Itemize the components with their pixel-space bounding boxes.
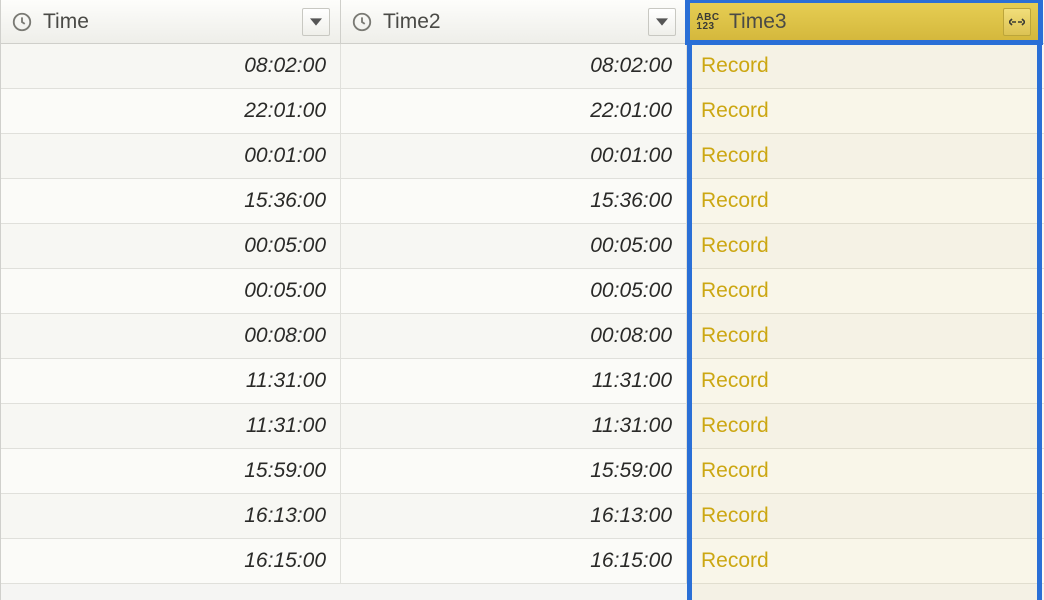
table-row[interactable]: 00:08:0000:08:00Record — [1, 314, 1044, 359]
cell-time[interactable]: 16:15:00 — [1, 539, 341, 583]
table-row[interactable]: 22:01:0022:01:00Record — [1, 89, 1044, 134]
column-header-label: Time3 — [729, 10, 993, 34]
cell-time2[interactable]: 16:13:00 — [341, 494, 687, 538]
cell-time3-record[interactable]: Record — [687, 314, 1041, 358]
cell-time[interactable]: 11:31:00 — [1, 404, 341, 448]
cell-time[interactable]: 00:01:00 — [1, 134, 341, 178]
cell-time3-record[interactable]: Record — [687, 44, 1041, 88]
column-header-label: Time2 — [383, 10, 638, 34]
column-filter-button[interactable] — [302, 8, 330, 36]
column-header-time[interactable]: Time — [1, 0, 341, 43]
cell-time3-record[interactable]: Record — [687, 179, 1041, 223]
cell-time2[interactable]: 22:01:00 — [341, 89, 687, 133]
cell-time[interactable]: 08:02:00 — [1, 44, 341, 88]
cell-time[interactable]: 00:05:00 — [1, 269, 341, 313]
table-row[interactable]: 16:13:0016:13:00Record — [1, 494, 1044, 539]
table-row[interactable]: 11:31:0011:31:00Record — [1, 359, 1044, 404]
cell-time3-record[interactable]: Record — [687, 134, 1041, 178]
cell-time[interactable]: 15:36:00 — [1, 179, 341, 223]
table-row[interactable]: 16:15:0016:15:00Record — [1, 539, 1044, 584]
column-header-time2[interactable]: Time2 — [341, 0, 687, 43]
cell-time3-record[interactable]: Record — [687, 224, 1041, 268]
cell-time3-record[interactable]: Record — [687, 359, 1041, 403]
cell-time[interactable]: 00:08:00 — [1, 314, 341, 358]
cell-time2[interactable]: 15:36:00 — [341, 179, 687, 223]
cell-time2[interactable]: 00:05:00 — [341, 269, 687, 313]
cell-time3-record[interactable]: Record — [687, 404, 1041, 448]
cell-time2[interactable]: 16:15:00 — [341, 539, 687, 583]
cell-time3-record[interactable]: Record — [687, 539, 1041, 583]
cell-time2[interactable]: 15:59:00 — [341, 449, 687, 493]
cell-time2[interactable]: 00:05:00 — [341, 224, 687, 268]
column-filter-button[interactable] — [648, 8, 676, 36]
cell-time[interactable]: 22:01:00 — [1, 89, 341, 133]
column-header-row: Time Time2 ABC123 Time3 — [1, 0, 1044, 44]
table-row[interactable]: 00:01:0000:01:00Record — [1, 134, 1044, 179]
cell-time2[interactable]: 11:31:00 — [341, 359, 687, 403]
table-row[interactable]: 08:02:0008:02:00Record — [1, 44, 1044, 89]
table-row[interactable]: 15:59:0015:59:00Record — [1, 449, 1044, 494]
table-row[interactable]: 15:36:0015:36:00Record — [1, 179, 1044, 224]
table-row[interactable]: 00:05:0000:05:00Record — [1, 269, 1044, 314]
cell-time2[interactable]: 00:01:00 — [341, 134, 687, 178]
any-type-icon: ABC123 — [697, 11, 719, 33]
data-grid: Time Time2 ABC123 Time3 — [0, 0, 1044, 600]
cell-time2[interactable]: 11:31:00 — [341, 404, 687, 448]
expand-record-button[interactable] — [1003, 8, 1031, 36]
cell-time[interactable]: 11:31:00 — [1, 359, 341, 403]
table-row[interactable]: 11:31:0011:31:00Record — [1, 404, 1044, 449]
cell-time[interactable]: 15:59:00 — [1, 449, 341, 493]
cell-time3-record[interactable]: Record — [687, 494, 1041, 538]
grid-body: 08:02:0008:02:00Record22:01:0022:01:00Re… — [1, 44, 1044, 584]
cell-time3-record[interactable]: Record — [687, 89, 1041, 133]
cell-time3-record[interactable]: Record — [687, 269, 1041, 313]
column-header-label: Time — [43, 10, 292, 34]
cell-time3-record[interactable]: Record — [687, 449, 1041, 493]
column-header-time3[interactable]: ABC123 Time3 — [687, 0, 1041, 43]
cell-time[interactable]: 00:05:00 — [1, 224, 341, 268]
cell-time2[interactable]: 08:02:00 — [341, 44, 687, 88]
clock-icon — [351, 11, 373, 33]
cell-time[interactable]: 16:13:00 — [1, 494, 341, 538]
clock-icon — [11, 11, 33, 33]
table-row[interactable]: 00:05:0000:05:00Record — [1, 224, 1044, 269]
cell-time2[interactable]: 00:08:00 — [341, 314, 687, 358]
